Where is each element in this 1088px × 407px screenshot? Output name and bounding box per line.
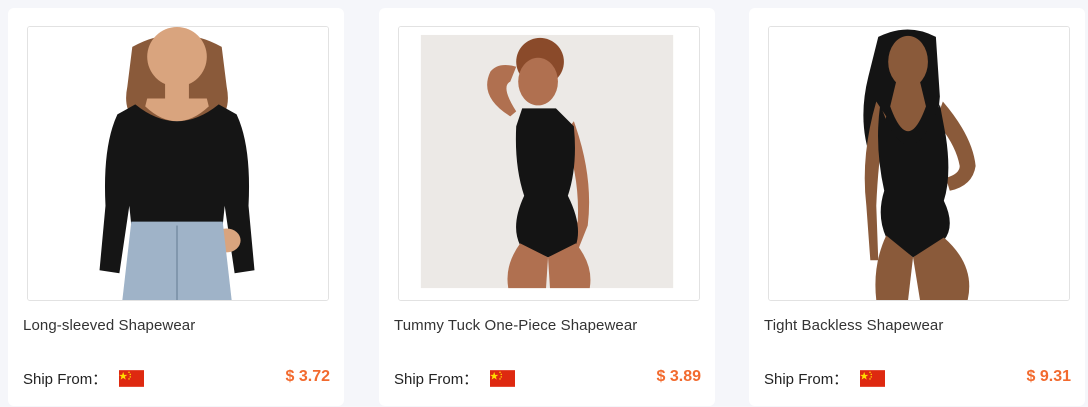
ship-from: Ship From： [394, 368, 516, 389]
product-image[interactable] [398, 26, 700, 301]
product-title[interactable]: Tummy Tuck One-Piece Shapewear [394, 317, 637, 334]
china-flag-icon [860, 370, 886, 387]
ship-from-label: Ship From： [394, 371, 479, 388]
product-title[interactable]: Tight Backless Shapewear [764, 317, 943, 334]
product-card[interactable]: Tight Backless Shapewear Ship From： $ 9.… [749, 8, 1085, 406]
ship-from: Ship From： [764, 368, 886, 389]
product-card[interactable]: Long-sleeved Shapewear Ship From： $ 3.72 [8, 8, 344, 406]
ship-from: Ship From： [23, 368, 145, 389]
product-price: $ 3.89 [656, 368, 701, 385]
product-card[interactable]: Tummy Tuck One-Piece Shapewear Ship From… [379, 8, 715, 406]
ship-from-label: Ship From： [764, 371, 849, 388]
product-price: $ 9.31 [1026, 368, 1071, 385]
product-price: $ 3.72 [285, 368, 330, 385]
china-flag-icon [490, 370, 516, 387]
product-title[interactable]: Long-sleeved Shapewear [23, 317, 195, 334]
product-image[interactable] [768, 26, 1070, 301]
product-grid: Long-sleeved Shapewear Ship From： $ 3.72 [0, 0, 1088, 407]
product-image[interactable] [27, 26, 329, 301]
china-flag-icon [119, 370, 145, 387]
ship-from-label: Ship From： [23, 371, 108, 388]
